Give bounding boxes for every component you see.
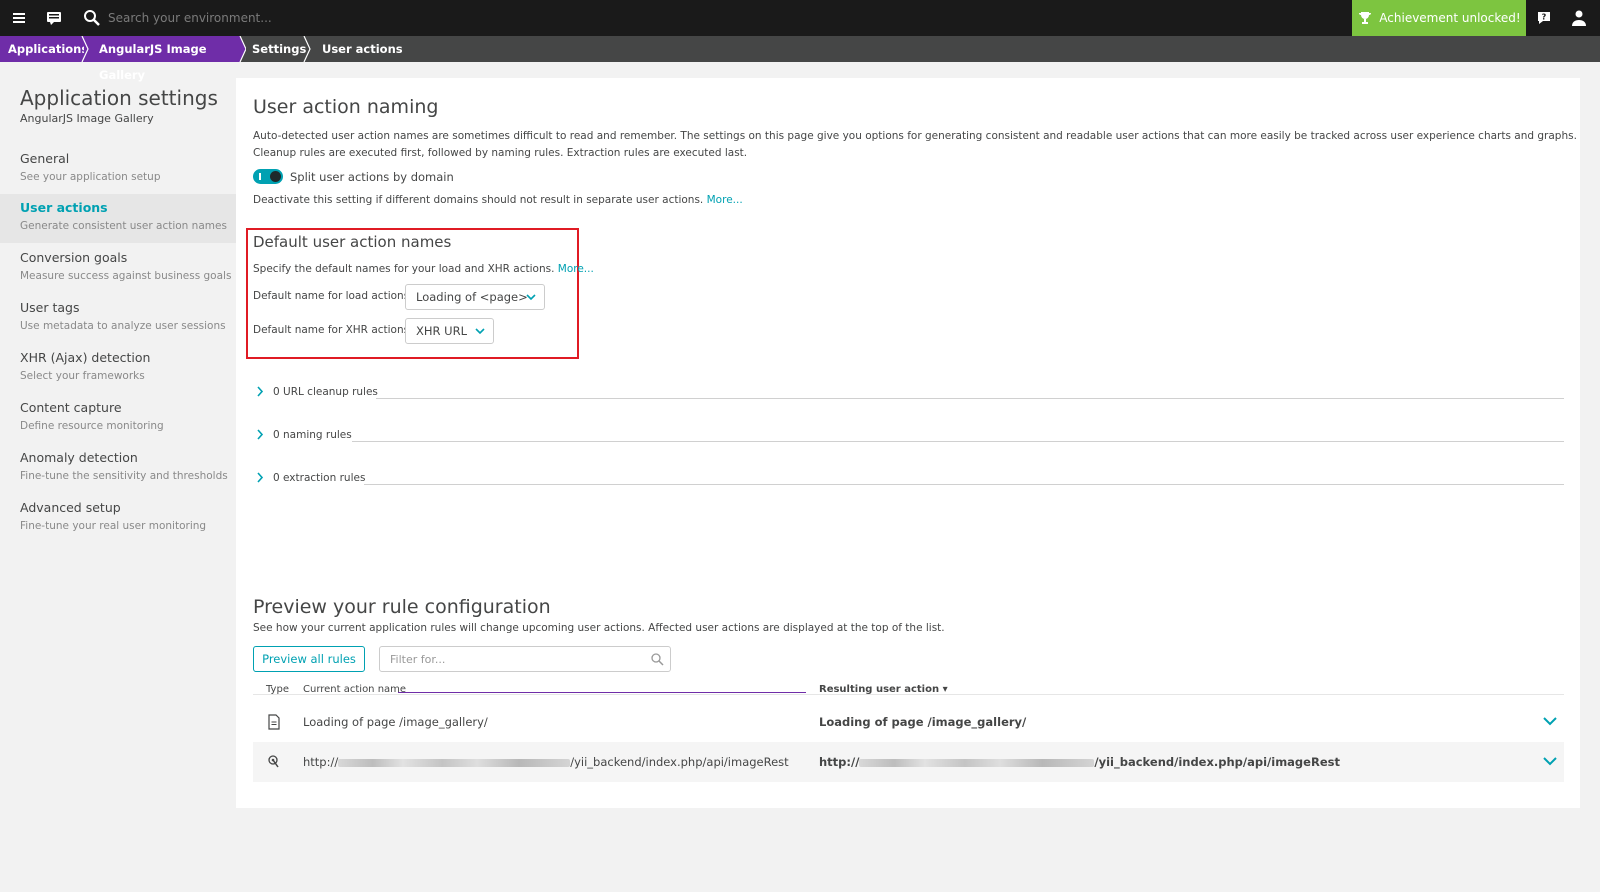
naming-rules-expander[interactable]: 0 naming rules xyxy=(256,425,356,445)
divider xyxy=(352,441,1564,442)
chevron-right-icon xyxy=(257,429,264,440)
load-actions-select[interactable]: Loading of <page> xyxy=(405,284,545,310)
chevron-down-icon[interactable] xyxy=(1543,756,1557,766)
filter-field xyxy=(379,646,671,672)
url-cleanup-rules-expander[interactable]: 0 URL cleanup rules xyxy=(256,382,378,402)
current-action-url: http:///yii_backend/index.php/api/imageR… xyxy=(303,755,789,769)
divider xyxy=(364,484,1564,485)
sidebar-item-xhr-detection[interactable]: XHR (Ajax) detection Select your framewo… xyxy=(0,344,236,393)
sidebar-item-general[interactable]: General See your application setup xyxy=(0,145,236,194)
sidebar-item-conversion-goals[interactable]: Conversion goals Measure success against… xyxy=(0,244,236,293)
achievement-label: Achievement unlocked! xyxy=(1379,11,1521,25)
split-description: Deactivate this setting if different dom… xyxy=(253,194,743,206)
chevron-down-icon xyxy=(526,294,536,301)
user-icon[interactable] xyxy=(1570,9,1588,27)
breadcrumb-app[interactable]: AngularJS Image Gallery xyxy=(84,36,240,82)
dashboard-icon[interactable] xyxy=(45,9,63,27)
table-row[interactable]: http:///yii_backend/index.php/api/imageR… xyxy=(253,742,1564,782)
search-icon xyxy=(651,653,664,666)
breadcrumb: Applications AngularJS Image Gallery Set… xyxy=(0,36,1600,82)
sidebar-item-advanced-setup[interactable]: Advanced setup Fine-tune your real user … xyxy=(0,494,236,543)
xhr-icon xyxy=(268,755,279,768)
toggle-knob xyxy=(270,171,281,182)
xhr-actions-select[interactable]: XHR URL xyxy=(405,318,494,344)
current-action-name: Loading of page /image_gallery/ xyxy=(303,715,488,729)
achievement-button[interactable]: Achievement unlocked! xyxy=(1352,0,1526,36)
breadcrumb-applications[interactable]: Applications xyxy=(0,36,88,62)
extraction-rules-expander[interactable]: 0 extraction rules xyxy=(256,468,366,488)
split-domain-toggle[interactable] xyxy=(253,169,283,184)
split-more-link[interactable]: More... xyxy=(707,194,743,206)
sidebar-item-content-capture[interactable]: Content capture Define resource monitori… xyxy=(0,394,236,443)
xhr-actions-label: Default name for XHR actions: xyxy=(253,324,413,336)
sidebar-title: Application settings xyxy=(20,86,218,110)
redacted-host xyxy=(338,758,571,767)
table-row[interactable]: Loading of page /image_gallery/ Loading … xyxy=(253,702,1564,742)
breadcrumb-separator xyxy=(303,36,311,62)
default-names-title: Default user action names xyxy=(253,233,452,251)
default-names-more-link[interactable]: More... xyxy=(558,263,594,275)
divider xyxy=(376,398,1564,399)
load-actions-label: Default name for load actions: xyxy=(253,290,413,302)
preview-title: Preview your rule configuration xyxy=(253,596,551,618)
preview-all-rules-button[interactable]: Preview all rules xyxy=(253,646,365,672)
breadcrumb-user-actions: User actions xyxy=(322,42,403,56)
sidebar-item-user-tags[interactable]: User tags Use metadata to analyze user s… xyxy=(0,294,236,343)
breadcrumb-settings[interactable]: Settings xyxy=(252,36,306,62)
page-title: User action naming xyxy=(253,96,439,118)
breadcrumb-separator xyxy=(81,36,89,62)
default-names-description: Specify the default names for your load … xyxy=(253,263,594,275)
settings-panel xyxy=(236,78,1580,808)
resulting-action-name: Loading of page /image_gallery/ xyxy=(819,715,1027,729)
toggle-on-indicator xyxy=(259,173,261,180)
header-divider xyxy=(253,694,1564,695)
intro-text-line1: Auto-detected user action names are some… xyxy=(253,130,1577,142)
trophy-icon xyxy=(1359,12,1372,24)
chevron-right-icon xyxy=(257,472,264,483)
sidebar-subtitle: AngularJS Image Gallery xyxy=(20,112,154,125)
intro-text-line2: Cleanup rules are executed first, follow… xyxy=(253,147,748,159)
redacted-host xyxy=(859,758,1095,767)
resulting-action-url: http:///yii_backend/index.php/api/imageR… xyxy=(819,755,1340,769)
search-icon xyxy=(84,10,100,26)
help-icon[interactable]: ? xyxy=(1535,9,1553,27)
split-toggle-label: Split user actions by domain xyxy=(290,170,454,184)
column-underline xyxy=(398,692,806,693)
search-input[interactable] xyxy=(108,8,428,28)
filter-input[interactable] xyxy=(390,651,640,667)
sidebar-item-anomaly-detection[interactable]: Anomaly detection Fine-tune the sensitiv… xyxy=(0,444,236,493)
chevron-down-icon xyxy=(475,328,485,335)
top-bar: Achievement unlocked! ? xyxy=(0,0,1600,36)
document-icon xyxy=(268,714,280,730)
svg-text:?: ? xyxy=(1542,13,1547,22)
menu-icon[interactable] xyxy=(10,8,30,28)
chevron-right-icon xyxy=(257,386,264,397)
sidebar-item-user-actions[interactable]: User actions Generate consistent user ac… xyxy=(0,194,236,243)
chevron-down-icon[interactable] xyxy=(1543,716,1557,726)
breadcrumb-separator xyxy=(236,36,246,62)
preview-description: See how your current application rules w… xyxy=(253,622,945,634)
